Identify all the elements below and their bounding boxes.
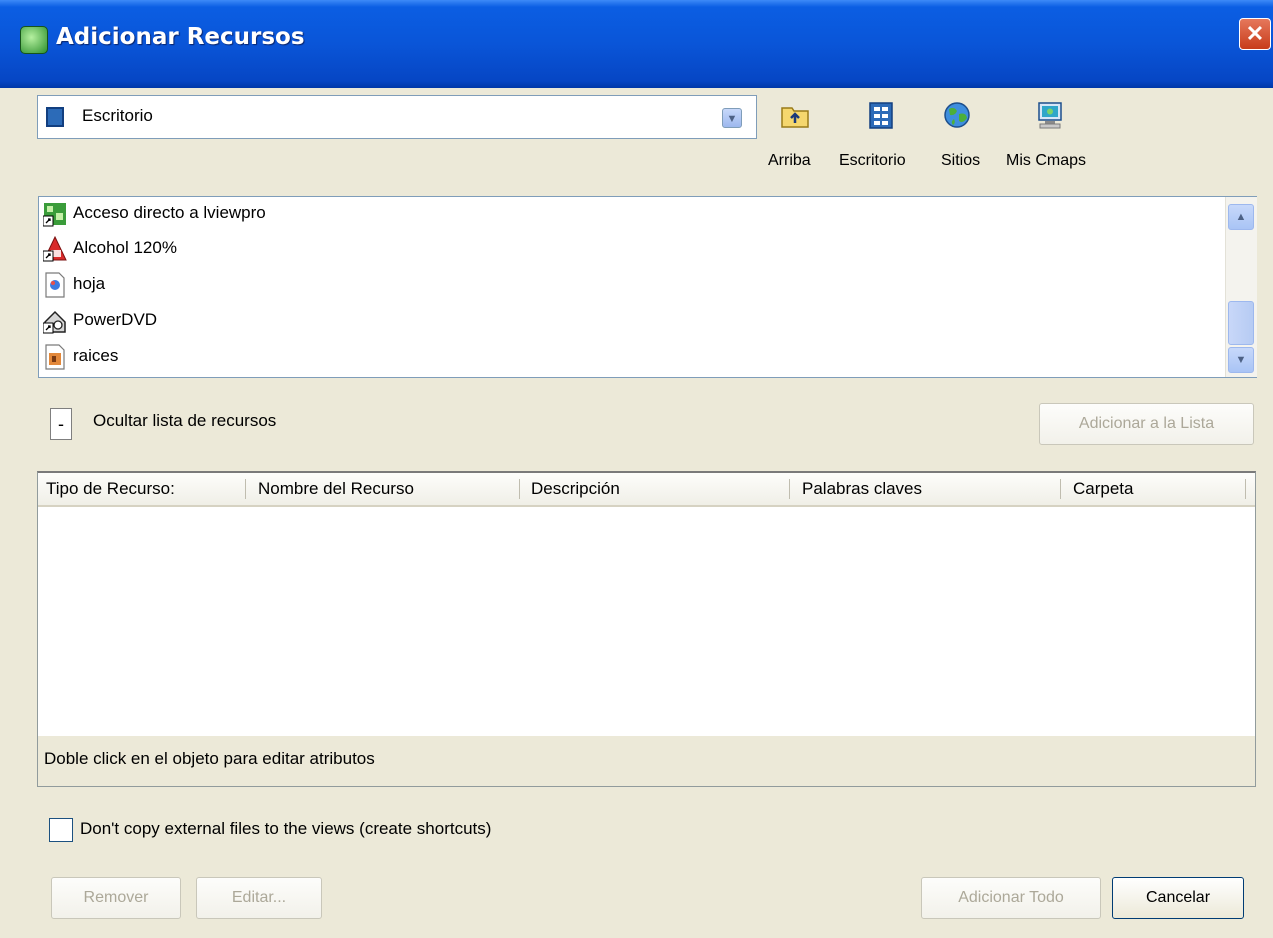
shortcut-checkbox[interactable] — [49, 818, 73, 842]
powerdvd-icon — [43, 310, 66, 334]
column-divider[interactable] — [245, 479, 246, 499]
remove-button[interactable]: Remover — [51, 877, 181, 919]
desktop-icon — [46, 107, 64, 127]
computer-icon — [1038, 102, 1062, 129]
hide-list-toggle[interactable]: - — [50, 408, 72, 440]
column-header-nombre[interactable]: Nombre del Recurso — [258, 479, 414, 499]
toolbar-mis-cmaps-label: Mis Cmaps — [1006, 152, 1087, 169]
column-divider[interactable] — [789, 479, 790, 499]
column-divider[interactable] — [519, 479, 520, 499]
toolbar-escritorio-label: Escritorio — [839, 152, 906, 169]
scrollbar-thumb[interactable] — [1228, 301, 1254, 345]
edit-button[interactable]: Editar... — [196, 877, 322, 919]
globe-icon — [944, 102, 970, 128]
add-to-list-button[interactable]: Adicionar a la Lista — [1039, 403, 1254, 445]
file-name: raices — [73, 346, 119, 365]
close-button[interactable]: ✕ — [1239, 18, 1271, 50]
add-all-button[interactable]: Adicionar Todo — [921, 877, 1101, 919]
column-header-tipo[interactable]: Tipo de Recurso: — [46, 479, 175, 499]
edit-hint-text: Doble click en el objeto para editar atr… — [44, 749, 375, 768]
toolbar-arriba-label: Arriba — [768, 152, 811, 169]
toolbar-sitios-label: Sitios — [941, 152, 981, 169]
resource-file-list[interactable]: Acceso directo a lviewpro Alcohol 120% h… — [38, 196, 1257, 378]
alcohol-icon — [43, 236, 67, 262]
column-divider[interactable] — [1060, 479, 1061, 499]
table-header: Tipo de Recurso: Nombre del Recurso Desc… — [38, 473, 1255, 507]
column-header-palabras[interactable]: Palabras claves — [802, 479, 922, 499]
file-name: hoja — [73, 274, 106, 293]
document-icon — [45, 272, 65, 298]
file-name: Alcohol 120% — [73, 238, 177, 257]
cancel-button[interactable]: Cancelar — [1112, 877, 1244, 919]
location-combobox[interactable]: Escritorio — [37, 95, 757, 139]
window-title: Adicionar Recursos — [56, 24, 305, 50]
column-header-carpeta[interactable]: Carpeta — [1073, 479, 1133, 499]
desktop-icon — [869, 102, 893, 129]
app-icon — [20, 26, 48, 54]
shortcut-checkbox-label[interactable]: Don't copy external files to the views (… — [80, 819, 491, 839]
folder-up-icon — [781, 107, 809, 128]
column-header-descripcion[interactable]: Descripción — [531, 479, 620, 499]
resource-table[interactable]: Tipo de Recurso: Nombre del Recurso Desc… — [37, 471, 1256, 787]
shortcut-app-icon — [43, 203, 66, 227]
location-value: Escritorio — [82, 106, 153, 125]
chevron-down-icon[interactable]: ▼ — [722, 108, 742, 128]
scroll-up-button[interactable]: ▲ — [1228, 204, 1254, 230]
file-name: PowerDVD — [73, 310, 158, 329]
vertical-scrollbar[interactable]: ▲ ▼ — [1225, 197, 1257, 377]
scroll-down-button[interactable]: ▼ — [1228, 347, 1254, 373]
image-file-icon — [45, 344, 65, 370]
table-hint-bar: Doble click en el objeto para editar atr… — [38, 736, 1255, 786]
column-divider[interactable] — [1245, 479, 1246, 499]
hide-list-label: Ocultar lista de recursos — [93, 411, 277, 430]
file-name: Acceso directo a lviewpro — [73, 203, 266, 222]
